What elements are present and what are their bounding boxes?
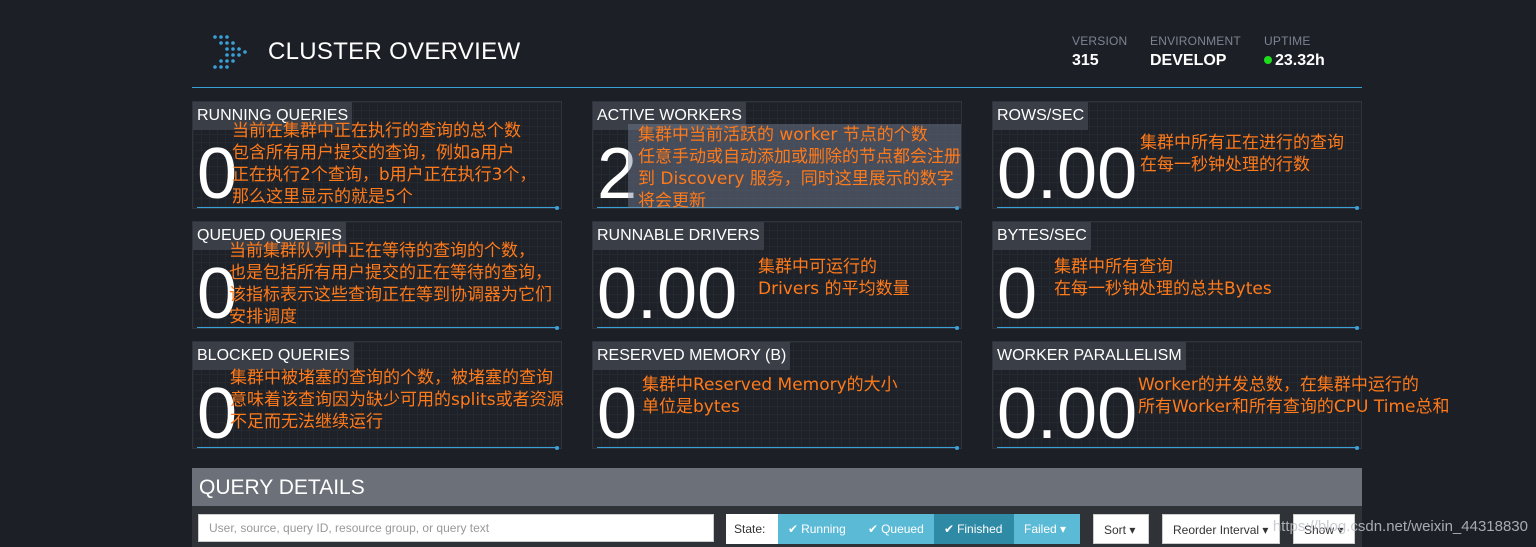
annotation-reserved-memory: 集群中Reserved Memory的大小 单位是bytes bbox=[642, 375, 898, 417]
check-icon: ✔ bbox=[868, 522, 879, 536]
uptime-value: 23.32h bbox=[1275, 52, 1325, 69]
metric-value: 0 bbox=[997, 254, 1038, 334]
environment-value: DEVELOP bbox=[1150, 52, 1227, 69]
state-label: State: bbox=[726, 514, 778, 544]
state-failed-dropdown[interactable]: Failed ▾ bbox=[1014, 514, 1080, 544]
sparkline-axis bbox=[197, 447, 559, 448]
metric-title: BYTES/SEC bbox=[993, 222, 1091, 250]
caret-down-icon: ▾ bbox=[1262, 523, 1269, 537]
state-finished-button[interactable]: ✔ Finished bbox=[934, 514, 1014, 544]
page: CLUSTER OVERVIEW VERSION 315 ENVIRONMENT… bbox=[192, 0, 1449, 547]
sort-dropdown[interactable]: Sort ▾ bbox=[1093, 514, 1149, 544]
version-value: 315 bbox=[1072, 52, 1099, 69]
sparkline-axis bbox=[997, 207, 1359, 208]
reorder-interval-dropdown[interactable]: Reorder Interval ▾ bbox=[1162, 514, 1280, 544]
metric-title: RUNNABLE DRIVERS bbox=[593, 222, 764, 250]
check-icon: ✔ bbox=[944, 522, 955, 536]
check-icon: ✔ bbox=[788, 522, 799, 536]
uptime-value-row: 23.32h bbox=[1264, 52, 1325, 70]
metric-title: ROWS/SEC bbox=[993, 102, 1089, 130]
sparkline-dot bbox=[555, 206, 559, 210]
query-search-input[interactable]: User, source, query ID, resource group, … bbox=[198, 514, 714, 542]
annotation-active-workers: 集群中当前活跃的 worker 节点的个数 任意手动或自动添加或删除的节点都会注… bbox=[638, 125, 961, 211]
sparkline-dot bbox=[555, 326, 559, 330]
annotation-bytes-sec: 集群中所有查询 在每一秒钟处理的总共Bytes bbox=[1054, 257, 1272, 299]
page-title: CLUSTER OVERVIEW bbox=[268, 38, 521, 65]
metric-title: RESERVED MEMORY (B) bbox=[593, 342, 791, 370]
annotation-running-queries: 当前在集群中正在执行的查询的总个数 包含所有用户提交的查询，例如a用户 正在执行… bbox=[232, 121, 537, 207]
annotation-queued-queries: 当前集群队列中正在等待的查询的个数， 也是包括所有用户提交的正在等待的查询， 该… bbox=[229, 241, 552, 327]
version-label: VERSION bbox=[1072, 34, 1128, 48]
sparkline-dot bbox=[555, 446, 559, 450]
sparkline-dot bbox=[1355, 446, 1359, 450]
sparkline-axis bbox=[997, 327, 1359, 328]
watermark: https://blog.csdn.net/weixin_44318830 bbox=[1272, 518, 1528, 535]
metric-title: WORKER PARALLELISM bbox=[993, 342, 1186, 370]
environment-label: ENVIRONMENT bbox=[1150, 34, 1241, 48]
version-stat: VERSION 315 bbox=[1072, 34, 1127, 70]
metric-value: 0 bbox=[597, 374, 638, 454]
status-dot-icon bbox=[1264, 56, 1272, 64]
metric-title: BLOCKED QUERIES bbox=[193, 342, 354, 370]
annotation-worker-parallelism: Worker的并发总数，在集群中运行的 所有Worker和所有查询的CPU Ti… bbox=[1138, 375, 1450, 417]
caret-down-icon: ▾ bbox=[1060, 522, 1067, 536]
sparkline-axis bbox=[597, 447, 959, 448]
annotation-rows-sec: 集群中所有正在进行的查询 在每一秒钟处理的行数 bbox=[1140, 133, 1344, 175]
uptime-stat: UPTIME 23.32h bbox=[1264, 34, 1325, 70]
caret-down-icon: ▾ bbox=[1129, 523, 1136, 537]
sparkline-dot bbox=[955, 326, 959, 330]
annotation-blocked-queries: 集群中被堵塞的查询的个数，被堵塞的查询 意味着该查询因为缺少可用的splits或… bbox=[230, 368, 564, 432]
sparkline-dot bbox=[1355, 206, 1359, 210]
sparkline-dot bbox=[1355, 326, 1359, 330]
metric-value: 0.00 bbox=[997, 134, 1138, 214]
query-details-panel: QUERY DETAILS User, source, query ID, re… bbox=[192, 468, 1362, 547]
metric-value: 0.00 bbox=[997, 374, 1138, 454]
state-queued-button[interactable]: ✔ Queued bbox=[858, 514, 934, 544]
uptime-label: UPTIME bbox=[1264, 34, 1311, 48]
sparkline-axis bbox=[597, 327, 959, 328]
sparkline-dot bbox=[955, 446, 959, 450]
metric-value: 0.00 bbox=[597, 254, 738, 334]
cluster-header: CLUSTER OVERVIEW VERSION 315 ENVIRONMENT… bbox=[192, 0, 1362, 88]
state-running-button[interactable]: ✔ Running bbox=[778, 514, 858, 544]
sparkline-axis bbox=[997, 447, 1359, 448]
annotation-runnable-drivers: 集群中可运行的 Drivers 的平均数量 bbox=[758, 257, 910, 299]
environment-stat: ENVIRONMENT DEVELOP bbox=[1150, 34, 1241, 70]
query-details-title: QUERY DETAILS bbox=[192, 468, 1362, 506]
presto-logo-icon bbox=[213, 35, 247, 69]
